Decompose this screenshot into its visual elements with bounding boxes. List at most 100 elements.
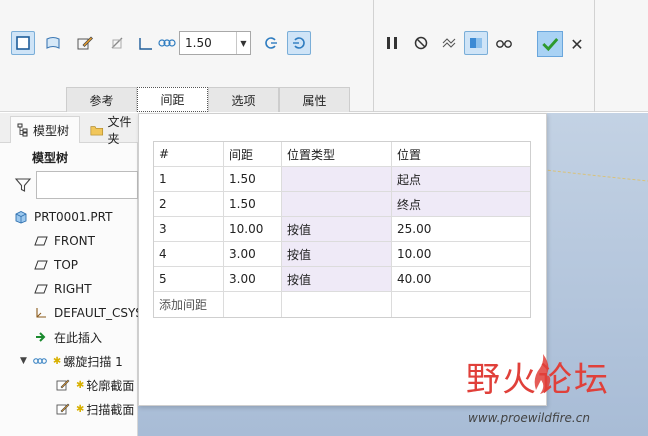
left-handed-button[interactable] (259, 31, 283, 55)
checkmark-icon (542, 38, 559, 52)
tree-item-label: RIGHT (54, 282, 92, 296)
preview-button[interactable] (437, 31, 461, 55)
cell-location-type[interactable]: 按值 (282, 217, 392, 241)
new-item-star-icon: ✱ (76, 379, 85, 391)
tree-item-helical-sweep[interactable]: ▼ ✱ 螺旋扫描 1 (20, 351, 123, 371)
pitch-table: # 间距 位置类型 位置 1 1.50 起点 2 1.50 终点 3 10.00… (153, 141, 531, 318)
tab-properties[interactable]: 属性 (279, 87, 350, 112)
add-pitch-label[interactable]: 添加间距 (154, 292, 224, 317)
tree-item-label: 扫描截面 (86, 402, 135, 417)
cell-pitch[interactable]: 3.00 (224, 267, 282, 291)
dashboard-tabs: 参考 间距 选项 属性 (66, 87, 350, 112)
table-row[interactable]: 4 3.00 按值 10.00 (154, 242, 530, 267)
cell-location-type[interactable]: 按值 (282, 242, 392, 266)
remove-material-button[interactable] (105, 31, 129, 55)
surface-sweep-button[interactable] (41, 31, 65, 55)
cancel-button[interactable]: ✕ (568, 33, 586, 55)
expand-triangle-icon[interactable]: ▼ (20, 356, 27, 366)
empty-cell (282, 292, 392, 317)
cell-index: 4 (154, 242, 224, 266)
cell-index: 1 (154, 167, 224, 191)
cell-location[interactable]: 25.00 (392, 217, 530, 241)
helix-pitch-icon (158, 39, 176, 47)
tree-item-profile-section[interactable]: ✱ 轮廓截面 (56, 375, 134, 395)
tab-references[interactable]: 参考 (66, 87, 137, 112)
table-row[interactable]: 3 10.00 按值 25.00 (154, 217, 530, 242)
filter-icon[interactable] (14, 176, 32, 194)
chevron-down-icon[interactable]: ▼ (236, 32, 250, 54)
tree-item-sweep-section[interactable]: ✱ 扫描截面 (56, 399, 134, 419)
table-row[interactable]: 1 1.50 起点 (154, 167, 530, 192)
sketch-icon (56, 379, 70, 391)
folder-icon (90, 125, 104, 135)
sketch-icon (56, 403, 70, 415)
tab-options[interactable]: 选项 (208, 87, 279, 112)
model-tree-panel: 模型树 文件夹 模型树 PRT0001.PRT FRONT TOP RIGHT … (0, 113, 143, 436)
table-row[interactable]: 2 1.50 终点 (154, 192, 530, 217)
ok-button[interactable] (537, 31, 563, 57)
cell-location[interactable]: 10.00 (392, 242, 530, 266)
watermark-url: www.proewildfire.cn (468, 411, 590, 425)
cell-pitch[interactable]: 1.50 (224, 167, 282, 191)
glasses-icon (496, 40, 512, 48)
cell-pitch[interactable]: 10.00 (224, 217, 282, 241)
column-header-index: # (154, 142, 224, 166)
tree-item-label: PRT0001.PRT (34, 210, 113, 224)
add-pitch-row[interactable]: 添加间距 (154, 292, 530, 317)
insert-here-icon (36, 332, 46, 342)
left-handed-helix-icon (265, 37, 277, 49)
thicken-button[interactable] (134, 31, 158, 55)
tree-item-top[interactable]: TOP (34, 255, 78, 275)
new-item-star-icon: ✱ (76, 403, 85, 415)
tree-item-csys[interactable]: DEFAULT_CSYS (34, 303, 143, 323)
edit-section-button[interactable] (73, 31, 97, 55)
pitch-value-dropdown[interactable]: 1.50 ▼ (179, 31, 251, 55)
verify-button[interactable] (492, 31, 516, 55)
column-header-location: 位置 (397, 147, 422, 162)
tab-folder-browser[interactable]: 文件夹 (84, 115, 144, 146)
flame-logo-icon (534, 354, 551, 394)
tab-model-tree[interactable]: 模型树 (10, 116, 80, 143)
helical-sweep-icon (33, 358, 47, 364)
datum-plane-icon (34, 236, 48, 246)
solid-sweep-button[interactable] (11, 31, 35, 55)
cell-location-type[interactable]: 按值 (282, 267, 392, 291)
tree-item-label: 在此插入 (54, 330, 103, 345)
model-tree-heading: 模型树 (32, 151, 69, 165)
cell-location[interactable]: 40.00 (392, 267, 530, 291)
cell-location-type (282, 192, 392, 216)
solid-icon (16, 36, 30, 50)
pitch-value[interactable]: 1.50 (180, 36, 236, 50)
cell-index: 3 (154, 217, 224, 241)
attached-preview-icon (470, 38, 482, 48)
cell-index: 2 (154, 192, 224, 216)
pencil-icon (77, 36, 93, 50)
tree-filter-input[interactable] (36, 171, 138, 199)
surface-icon (46, 36, 60, 49)
tree-item-part[interactable]: PRT0001.PRT (14, 207, 112, 227)
tree-item-right[interactable]: RIGHT (34, 279, 92, 299)
cell-location: 终点 (392, 192, 530, 216)
no-preview-button[interactable] (409, 31, 433, 55)
table-row[interactable]: 5 3.00 按值 40.00 (154, 267, 530, 292)
attached-preview-button[interactable] (464, 31, 488, 55)
datum-plane-icon (34, 260, 48, 270)
navigator-tabs: 模型树 文件夹 (0, 113, 138, 146)
cell-pitch[interactable]: 1.50 (224, 192, 282, 216)
new-item-star-icon: ✱ (52, 355, 62, 367)
tab-pitch[interactable]: 间距 (137, 87, 208, 112)
tab-model-tree-label: 模型树 (33, 123, 70, 138)
column-header-pitch: 间距 (224, 142, 282, 166)
right-handed-button[interactable] (287, 31, 311, 55)
datum-plane-icon (34, 284, 48, 294)
tree-item-label: TOP (54, 258, 79, 272)
tree-item-label: 螺旋扫描 1 (63, 354, 123, 369)
tree-item-front[interactable]: FRONT (34, 231, 95, 251)
right-handed-helix-icon (293, 37, 305, 49)
watermark: 野火论坛 www.proewildfire.cn (462, 352, 648, 436)
cell-location: 起点 (392, 167, 530, 191)
cell-pitch[interactable]: 3.00 (224, 242, 282, 266)
cell-index: 5 (154, 267, 224, 291)
pause-button[interactable] (380, 31, 404, 55)
tree-item-insert-here[interactable]: 在此插入 (34, 327, 102, 347)
